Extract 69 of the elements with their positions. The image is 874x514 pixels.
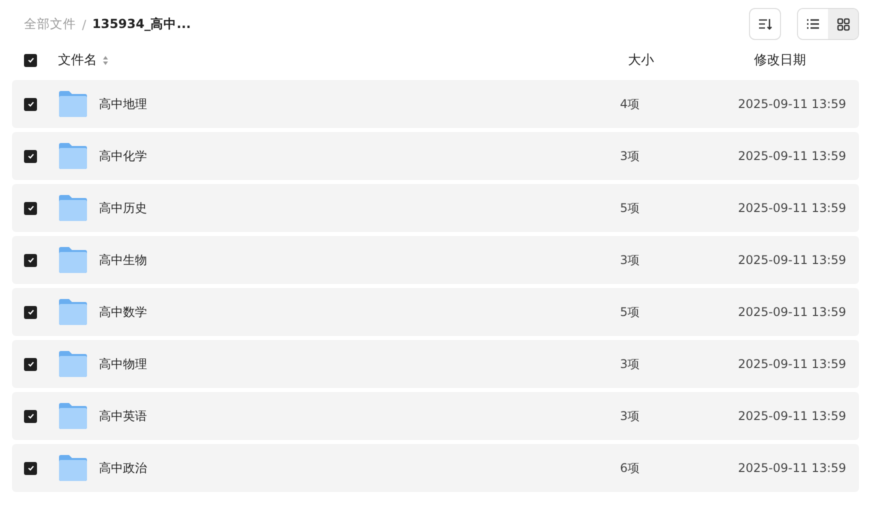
check-icon xyxy=(26,464,34,472)
item-count: 4项 xyxy=(620,96,641,112)
item-count: 3项 xyxy=(620,408,641,424)
column-header[interactable]: 文件名 xyxy=(58,51,97,69)
modified-date: 2025-09-11 13:59 xyxy=(738,409,846,423)
folder-icon xyxy=(58,142,88,170)
grid-icon xyxy=(836,18,850,30)
column-header[interactable]: 修改日期 xyxy=(754,51,806,69)
file-row[interactable]: 高中地理 4项 2025-09-11 13:59 xyxy=(12,80,859,128)
file-row[interactable]: 高中生物 3项 2025-09-11 13:59 xyxy=(12,236,859,284)
modified-date: 2025-09-11 13:59 xyxy=(738,357,846,371)
folder-icon xyxy=(58,298,88,326)
file-name: 高中物理 xyxy=(99,356,148,372)
checkbox[interactable] xyxy=(24,254,37,266)
sort-button[interactable] xyxy=(749,8,781,40)
modified-date: 2025-09-11 13:59 xyxy=(738,201,846,215)
modified-date: 2025-09-11 13:59 xyxy=(738,149,846,163)
file-row[interactable]: 高中历史 5项 2025-09-11 13:59 xyxy=(12,184,859,232)
breadcrumb-separator: / xyxy=(82,16,86,32)
file-name: 高中历史 xyxy=(99,200,148,216)
check-icon xyxy=(26,256,34,264)
folder-icon xyxy=(58,350,88,378)
check-icon xyxy=(26,308,34,316)
item-count: 5项 xyxy=(620,200,641,216)
file-row[interactable]: 高中化学 3项 2025-09-11 13:59 xyxy=(12,132,859,180)
list-icon xyxy=(806,18,820,30)
sort-icon[interactable] xyxy=(102,54,109,66)
file-name: 高中化学 xyxy=(99,148,148,164)
folder-icon xyxy=(58,402,88,430)
item-count: 6项 xyxy=(620,460,641,476)
checkbox[interactable] xyxy=(24,54,37,66)
modified-date: 2025-09-11 13:59 xyxy=(738,461,846,475)
check-icon xyxy=(26,412,34,420)
file-row[interactable]: 高中数学 5项 2025-09-11 13:59 xyxy=(12,288,859,336)
file-name: 高中数学 xyxy=(99,304,148,320)
grid-view-button[interactable] xyxy=(828,9,858,39)
checkbox[interactable] xyxy=(24,150,37,162)
item-count: 3项 xyxy=(620,148,641,164)
file-row[interactable]: 高中政治 6项 2025-09-11 13:59 xyxy=(12,444,859,492)
column-header[interactable]: 大小 xyxy=(624,51,754,69)
item-count: 3项 xyxy=(620,356,641,372)
folder-icon xyxy=(58,90,88,118)
modified-date: 2025-09-11 13:59 xyxy=(738,305,846,319)
file-row[interactable]: 高中英语 3项 2025-09-11 13:59 xyxy=(12,392,859,440)
folder-icon xyxy=(58,246,88,274)
checkbox[interactable] xyxy=(24,306,37,318)
checkbox[interactable] xyxy=(24,202,37,214)
file-name: 高中政治 xyxy=(99,460,148,476)
check-icon xyxy=(26,204,34,212)
file-name: 高中地理 xyxy=(99,96,148,112)
file-name: 高中英语 xyxy=(99,408,148,424)
checkbox[interactable] xyxy=(24,410,37,422)
check-icon xyxy=(26,152,34,160)
checkbox[interactable] xyxy=(24,462,37,474)
check-icon xyxy=(26,56,34,64)
item-count: 3项 xyxy=(620,252,641,268)
item-count: 5项 xyxy=(620,304,641,320)
file-row[interactable]: 高中物理 3项 2025-09-11 13:59 xyxy=(12,340,859,388)
folder-icon xyxy=(58,454,88,482)
check-icon xyxy=(26,100,34,108)
modified-date: 2025-09-11 13:59 xyxy=(738,253,846,267)
modified-date: 2025-09-11 13:59 xyxy=(738,97,846,111)
checkbox[interactable] xyxy=(24,98,37,110)
folder-icon xyxy=(58,194,88,222)
sort-icon xyxy=(758,17,772,31)
checkbox[interactable] xyxy=(24,358,37,370)
check-icon xyxy=(26,360,34,368)
breadcrumb-item[interactable]: 135934_高中... xyxy=(92,16,191,32)
file-name: 高中生物 xyxy=(99,252,148,268)
